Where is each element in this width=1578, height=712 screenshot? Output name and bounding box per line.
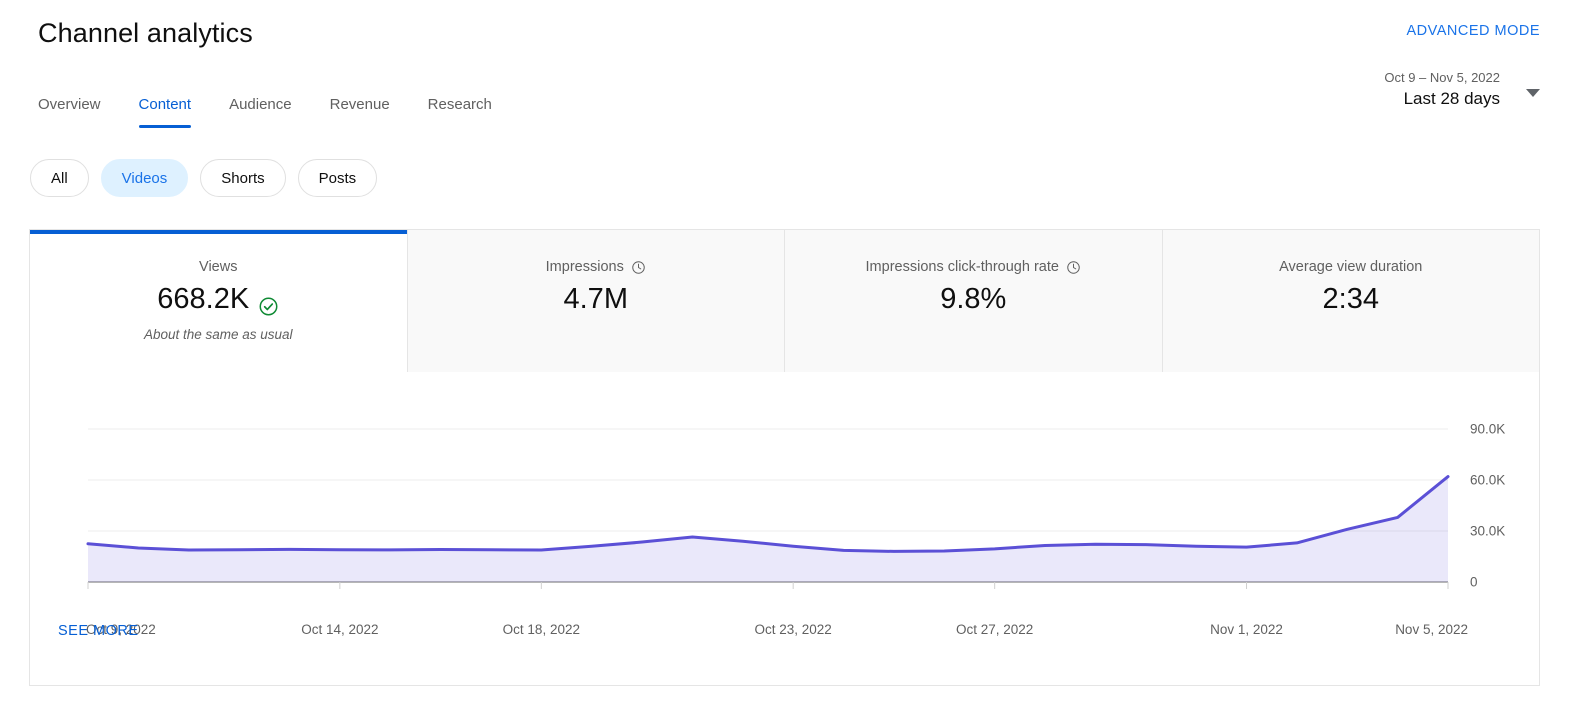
chart-x-label: Oct 23, 2022 <box>754 622 832 637</box>
page-title: Channel analytics <box>38 18 253 48</box>
metric-card-views[interactable]: Views 668.2K About the same as usual <box>30 230 408 372</box>
chart-x-label: Oct 18, 2022 <box>502 622 580 637</box>
tab-overview[interactable]: Overview <box>38 96 120 128</box>
tab-research[interactable]: Research <box>409 96 511 128</box>
metric-label-text: Impressions click-through rate <box>865 259 1059 275</box>
metric-label: Impressions click-through rate <box>866 259 1081 275</box>
date-range-text: Oct 9 – Nov 5, 2022 Last 28 days <box>1384 68 1500 111</box>
metric-value-text: 9.8% <box>940 283 1007 315</box>
chip-all[interactable]: All <box>30 159 89 197</box>
chart-x-label: Oct 14, 2022 <box>301 622 379 637</box>
chip-shorts[interactable]: Shorts <box>200 159 286 197</box>
chart-y-label: 0 <box>1470 574 1478 590</box>
metric-value: 9.8% <box>940 280 1006 318</box>
advanced-mode-link[interactable]: ADVANCED MODE <box>1406 23 1540 39</box>
chart-x-label: Oct 27, 2022 <box>956 622 1034 637</box>
metric-value-text: 668.2K <box>157 283 250 315</box>
chart-line-views <box>86 475 1450 553</box>
chart-x-label: Nov 1, 2022 <box>1210 622 1283 637</box>
metric-value-text: 4.7M <box>563 283 628 315</box>
chip-videos[interactable]: Videos <box>100 159 189 197</box>
date-range-selector[interactable]: Oct 9 – Nov 5, 2022 Last 28 days <box>1384 68 1540 111</box>
chart-area-fill <box>88 476 1448 582</box>
chart-x-axis: Oct 9, 2022 Oct 14, 2022 Oct 18, 2022 Oct 2… <box>30 622 1541 648</box>
chip-posts[interactable]: Posts <box>297 159 378 197</box>
metric-label-text: Average view duration <box>1279 259 1423 275</box>
metric-note: About the same as usual <box>143 327 293 342</box>
metric-value: 668.2K <box>157 280 279 318</box>
channel-analytics-page: Channel analytics ADVANCED MODE Overview… <box>0 0 1578 712</box>
chart-y-axis: 0 30.0K 60.0K 90.0K <box>1445 372 1541 622</box>
metric-label: Impressions <box>546 259 646 275</box>
metric-value: 2:34 <box>1323 280 1379 318</box>
metric-label: Average view duration <box>1279 259 1422 275</box>
tab-audience[interactable]: Audience <box>210 96 311 128</box>
metrics-chart-card: Views 668.2K About the same as usual Impres… <box>29 229 1540 686</box>
metric-value: 4.7M <box>564 280 628 318</box>
chart-y-label: 30.0K <box>1470 523 1506 539</box>
analytics-tabs: Overview Content Audience Revenue Research <box>38 96 511 128</box>
tab-content[interactable]: Content <box>120 96 211 128</box>
metric-cards-row: Views 668.2K About the same as usual Impres… <box>30 230 1539 372</box>
date-range-dates: Oct 9 – Nov 5, 2022 <box>1384 70 1500 85</box>
metric-value-text: 2:34 <box>1322 283 1379 315</box>
see-more-link[interactable]: SEE MORE <box>58 623 139 639</box>
clock-icon <box>631 260 646 275</box>
metric-label-text: Views <box>199 259 238 275</box>
metric-card-impressions-click-through-rate[interactable]: Impressions click-through rate 9.8% <box>785 230 1163 372</box>
views-chart-svg <box>86 428 1450 589</box>
chart-x-label: Nov 5, 2022 <box>1395 622 1468 637</box>
chart-y-label: 90.0K <box>1470 421 1506 437</box>
check-circle-icon <box>258 289 279 315</box>
chart-y-label: 60.0K <box>1470 472 1506 488</box>
metric-card-impressions[interactable]: Impressions 4.7M <box>407 230 785 372</box>
chevron-down-icon[interactable] <box>1526 88 1540 97</box>
tab-revenue[interactable]: Revenue <box>311 96 409 128</box>
views-chart: 0 30.0K 60.0K 90.0K Oct 9, 2022 Oct 14, 2022… <box>30 372 1541 638</box>
metric-label-text: Impressions <box>545 259 624 275</box>
content-type-filter-chips: All Videos Shorts Posts <box>30 159 378 197</box>
metric-label: Views <box>199 259 237 275</box>
date-range-preset: Last 28 days <box>1403 89 1500 108</box>
clock-icon <box>1066 260 1081 275</box>
metric-card-average-view-duration[interactable]: Average view duration 2:34 <box>1162 230 1539 372</box>
